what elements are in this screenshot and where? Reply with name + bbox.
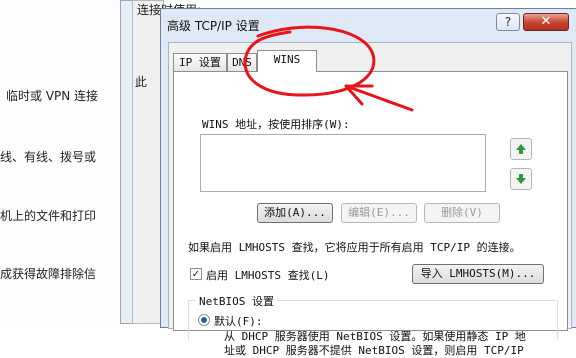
advanced-tcpip-dialog: 高级 TCP/IP 设置 ? ✕ IP 设置 DNS WINS WINS 地址，… bbox=[160, 8, 576, 357]
move-down-button[interactable] bbox=[510, 168, 532, 190]
background-text-1: 临时或 VPN 连接 bbox=[6, 89, 99, 103]
move-up-button[interactable] bbox=[510, 138, 532, 160]
netbios-default-radio[interactable] bbox=[198, 314, 210, 326]
dialog-client-area: IP 设置 DNS WINS WINS 地址，按使用排序(W): 添加(A)..… bbox=[168, 42, 572, 357]
netbios-title: NetBIOS 设置 bbox=[196, 293, 277, 309]
tab-wins[interactable]: WINS bbox=[257, 50, 317, 72]
remove-button[interactable]: 删除(V) bbox=[424, 203, 500, 223]
wins-address-label: WINS 地址，按使用排序(W): bbox=[202, 118, 350, 131]
radio-selected-dot bbox=[201, 317, 207, 323]
enable-lmhosts-label: 启用 LMHOSTS 查找(L) bbox=[206, 269, 330, 282]
import-lmhosts-button[interactable]: 导入 LMHOSTS(M)... bbox=[412, 264, 544, 284]
background-text-2: 线、有线、拨号或 bbox=[0, 150, 97, 164]
up-arrow-icon bbox=[516, 144, 526, 154]
dialog-title: 高级 TCP/IP 设置 bbox=[167, 19, 260, 33]
netbios-default-description-2: 址或 DHCP 服务器不提供 NetBIOS 设置，则启用 TCP/IP bbox=[224, 344, 524, 357]
down-arrow-icon bbox=[516, 174, 526, 184]
background-text-4: 成获得故障排除信 bbox=[0, 267, 97, 281]
close-button[interactable]: ✕ bbox=[523, 13, 569, 31]
lmhosts-note: 如果启用 LMHOSTS 查找，它将应用于所有启用 TCP/IP 的连接。 bbox=[188, 241, 521, 254]
background-side-fragment: 此 bbox=[135, 75, 148, 89]
background-text-3: 机上的文件和打印 bbox=[0, 209, 97, 223]
background-panel: 临时或 VPN 连接 线、有线、拨号或 机上的文件和打印 成获得故障排除信 bbox=[0, 0, 120, 322]
tab-ip-settings[interactable]: IP 设置 bbox=[173, 53, 227, 71]
edit-button[interactable]: 编辑(E)... bbox=[341, 203, 417, 223]
wins-address-list[interactable] bbox=[200, 134, 486, 192]
add-button[interactable]: 添加(A)... bbox=[257, 203, 333, 223]
tab-dns[interactable]: DNS bbox=[227, 53, 257, 71]
enable-lmhosts-checkbox[interactable]: ✓ bbox=[190, 268, 202, 280]
wins-tab-page: WINS 地址，按使用排序(W): 添加(A)... 编辑(E)... 删除(V… bbox=[173, 71, 568, 357]
netbios-default-label: 默认(F): bbox=[214, 315, 263, 328]
help-button[interactable]: ? bbox=[496, 13, 520, 31]
